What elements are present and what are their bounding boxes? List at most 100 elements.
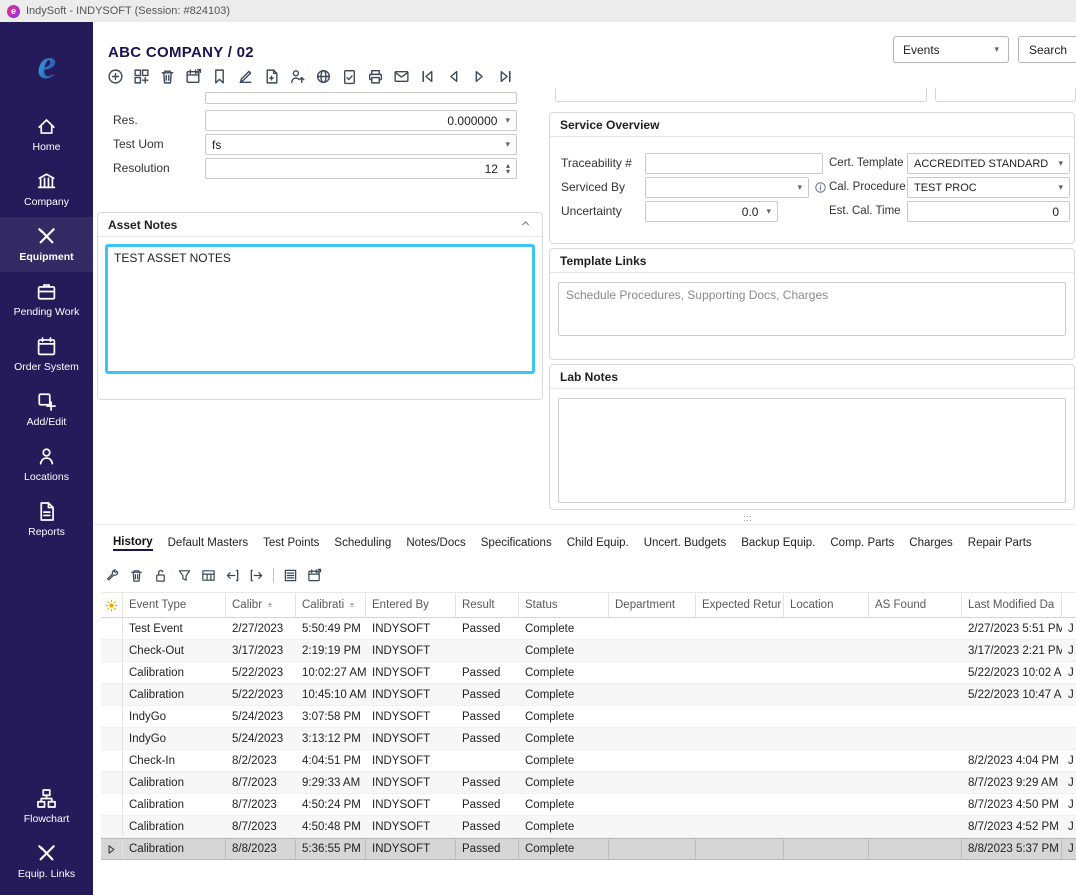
unlock-button[interactable] bbox=[153, 568, 168, 583]
spinner-icon[interactable]: ▴▾ bbox=[506, 163, 510, 175]
table-row[interactable]: Calibration8/8/20235:36:55 PMINDYSOFTPas… bbox=[101, 838, 1076, 860]
grid-settings-button[interactable] bbox=[201, 568, 216, 583]
edit-button[interactable] bbox=[237, 68, 254, 85]
column-header-location[interactable]: Location bbox=[784, 593, 869, 617]
tab-child-equip[interactable]: Child Equip. bbox=[567, 537, 629, 549]
template-links-box[interactable]: Schedule Procedures, Supporting Docs, Ch… bbox=[558, 282, 1066, 336]
tasks-button[interactable] bbox=[341, 68, 358, 85]
chevron-down-icon[interactable]: ▾ bbox=[505, 115, 510, 126]
row-selector[interactable] bbox=[101, 706, 123, 727]
row-selector[interactable] bbox=[101, 750, 123, 771]
row-selector[interactable] bbox=[101, 839, 123, 859]
lab-notes-textarea[interactable] bbox=[558, 398, 1066, 503]
table-row[interactable]: Calibration8/7/20239:29:33 AMINDYSOFTPas… bbox=[101, 772, 1076, 794]
sidebar-item-add-edit[interactable]: Add/Edit bbox=[0, 382, 93, 437]
delete-button[interactable] bbox=[129, 568, 144, 583]
add-record-button[interactable] bbox=[133, 68, 150, 85]
print-button[interactable] bbox=[367, 68, 384, 85]
column-header-status[interactable]: Status bbox=[519, 593, 609, 617]
table-row[interactable]: IndyGo5/24/20233:07:58 PMINDYSOFTPassedC… bbox=[101, 706, 1076, 728]
collapse-icon[interactable] bbox=[519, 217, 532, 233]
resolution-input[interactable]: 12 ▴▾ bbox=[205, 158, 517, 179]
chevron-down-icon[interactable]: ▾ bbox=[797, 182, 802, 193]
copy-document-button[interactable] bbox=[263, 68, 280, 85]
table-row[interactable]: Check-In8/2/20234:04:51 PMINDYSOFTComple… bbox=[101, 750, 1076, 772]
tab-uncert-budgets[interactable]: Uncert. Budgets bbox=[644, 537, 726, 549]
cal-procedure-dropdown[interactable]: TEST PROC ▾ bbox=[907, 177, 1070, 198]
tab-charges[interactable]: Charges bbox=[909, 537, 952, 549]
res-input[interactable]: 0.000000 ▾ bbox=[205, 110, 517, 131]
cert-template-dropdown[interactable]: ACCREDITED STANDARD ▾ bbox=[907, 153, 1070, 174]
event-schedule-button[interactable] bbox=[185, 68, 202, 85]
est-cal-time-input[interactable]: 0 bbox=[907, 201, 1070, 222]
row-selector[interactable] bbox=[101, 728, 123, 749]
asset-notes-textarea[interactable]: TEST ASSET NOTES bbox=[105, 244, 535, 374]
sidebar-item-locations[interactable]: Locations bbox=[0, 437, 93, 492]
chevron-down-icon[interactable]: ▾ bbox=[1058, 158, 1063, 169]
traceability-input[interactable] bbox=[645, 153, 823, 174]
row-selector[interactable] bbox=[101, 816, 123, 837]
delete-button[interactable] bbox=[159, 68, 176, 85]
bookmark-button[interactable] bbox=[211, 68, 228, 85]
partial-input[interactable] bbox=[205, 92, 517, 104]
user-upload-button[interactable] bbox=[289, 68, 306, 85]
service-wrench-button[interactable] bbox=[105, 568, 120, 583]
uncertainty-input[interactable]: 0.0 ▾ bbox=[645, 201, 778, 222]
table-row[interactable]: Calibration8/7/20234:50:24 PMINDYSOFTPas… bbox=[101, 794, 1076, 816]
email-button[interactable] bbox=[393, 68, 410, 85]
row-selector[interactable] bbox=[101, 662, 123, 683]
sidebar-item-equip-links[interactable]: Equip. Links bbox=[0, 834, 93, 889]
table-row[interactable]: Test Event2/27/20235:50:49 PMINDYSOFTPas… bbox=[101, 618, 1076, 640]
column-header-expected-retur[interactable]: Expected Retur bbox=[696, 593, 784, 617]
filter-button[interactable] bbox=[177, 568, 192, 583]
column-header-event-type[interactable]: Event Type bbox=[123, 593, 226, 617]
first-record-button[interactable] bbox=[419, 68, 436, 85]
row-selector[interactable] bbox=[101, 794, 123, 815]
tab-scheduling[interactable]: Scheduling bbox=[334, 537, 391, 549]
search-button[interactable]: Search bbox=[1018, 36, 1076, 63]
next-record-button[interactable] bbox=[471, 68, 488, 85]
tab-backup-equip[interactable]: Backup Equip. bbox=[741, 537, 815, 549]
serviced-by-dropdown[interactable]: ▾ bbox=[645, 177, 809, 198]
last-record-button[interactable] bbox=[497, 68, 514, 85]
prev-record-button[interactable] bbox=[445, 68, 462, 85]
column-header-as-found[interactable]: AS Found bbox=[869, 593, 962, 617]
sidebar-item-company[interactable]: Company bbox=[0, 162, 93, 217]
splitter-handle[interactable]: ⋯⋯ bbox=[738, 514, 758, 522]
column-header-result[interactable]: Result bbox=[456, 593, 519, 617]
column-header-department[interactable]: Department bbox=[609, 593, 696, 617]
test-uom-dropdown[interactable]: fs ▾ bbox=[205, 134, 517, 155]
column-header-last-modified-da[interactable]: Last Modified Da bbox=[962, 593, 1062, 617]
web-button[interactable] bbox=[315, 68, 332, 85]
row-selector[interactable] bbox=[101, 640, 123, 661]
sidebar-item-home[interactable]: Home bbox=[0, 107, 93, 162]
row-selector[interactable] bbox=[101, 684, 123, 705]
check-out-button[interactable] bbox=[249, 568, 264, 583]
table-row[interactable]: Calibration8/7/20234:50:48 PMINDYSOFTPas… bbox=[101, 816, 1076, 838]
tab-test-points[interactable]: Test Points bbox=[263, 537, 319, 549]
table-row[interactable]: Calibration5/22/202310:45:10 AMINDYSOFTP… bbox=[101, 684, 1076, 706]
events-dropdown[interactable]: Events ▾ bbox=[893, 36, 1009, 63]
tab-history[interactable]: History bbox=[113, 536, 153, 551]
tab-comp-parts[interactable]: Comp. Parts bbox=[830, 537, 894, 549]
tab-default-masters[interactable]: Default Masters bbox=[168, 537, 249, 549]
tab-notes-docs[interactable]: Notes/Docs bbox=[406, 537, 465, 549]
tab-repair-parts[interactable]: Repair Parts bbox=[968, 537, 1032, 549]
tab-specifications[interactable]: Specifications bbox=[481, 537, 552, 549]
sidebar-item-equipment[interactable]: Equipment bbox=[0, 217, 93, 272]
sidebar-item-order-system[interactable]: Order System bbox=[0, 327, 93, 382]
chevron-down-icon[interactable]: ▾ bbox=[505, 139, 510, 150]
sidebar-item-reports[interactable]: Reports bbox=[0, 492, 93, 547]
column-header-calibr[interactable]: Calibr bbox=[226, 593, 296, 617]
table-row[interactable]: Check-Out3/17/20232:19:19 PMINDYSOFTComp… bbox=[101, 640, 1076, 662]
chevron-down-icon[interactable]: ▾ bbox=[1058, 182, 1063, 193]
add-button[interactable] bbox=[107, 68, 124, 85]
row-selector[interactable] bbox=[101, 772, 123, 793]
table-row[interactable]: Calibration5/22/202310:02:27 AMINDYSOFTP… bbox=[101, 662, 1076, 684]
event-schedule-button[interactable] bbox=[307, 568, 322, 583]
list-view-button[interactable] bbox=[283, 568, 298, 583]
sidebar-item-pending-work[interactable]: Pending Work bbox=[0, 272, 93, 327]
sidebar-item-flowchart[interactable]: Flowchart bbox=[0, 779, 93, 834]
chevron-down-icon[interactable]: ▾ bbox=[766, 206, 771, 217]
row-selector[interactable] bbox=[101, 618, 123, 639]
